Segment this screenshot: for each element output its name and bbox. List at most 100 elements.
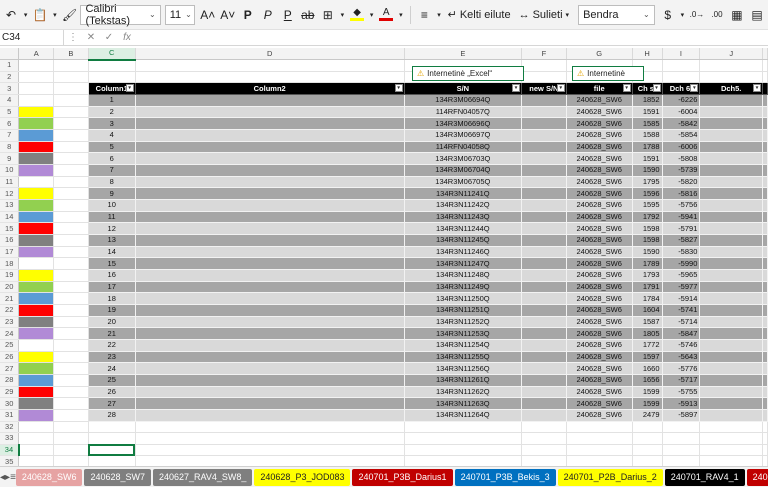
table-cell[interactable]: 240628_SW6 [566,339,633,352]
table-cell[interactable]: -5643 [662,351,701,364]
table-cell[interactable]: -5739 [662,164,701,177]
grid-cell[interactable] [662,432,701,445]
dropdown-chevron-icon[interactable]: ▾ [51,4,58,26]
table-cell[interactable] [135,327,405,340]
grid-cell[interactable] [404,455,522,466]
cell-a[interactable] [18,421,55,434]
worksheet-grid[interactable]: ABCDEFGHIJ 1 2 3 Column1 ▾ Column2 ▾ S/N ▾ new S/… [0,48,768,466]
cell-b[interactable] [53,211,89,224]
table-cell[interactable]: 1598 [632,234,663,247]
row-header[interactable]: 17 [0,246,20,259]
table-cell[interactable]: 1656 [632,374,663,387]
table-cell[interactable] [135,211,405,224]
row-header[interactable]: 35 [0,455,20,466]
grid-cell[interactable] [762,444,768,457]
font-size-select[interactable]: 11 ⌄ [164,4,195,25]
cell-b[interactable] [53,129,89,142]
table-cell[interactable] [135,164,405,177]
table-cell[interactable] [135,176,405,189]
table-cell[interactable]: -5847 [662,327,701,340]
grid-cell[interactable] [662,444,701,457]
table-cell[interactable]: 240628_SW6 [566,164,633,177]
table-cell[interactable] [699,257,763,270]
cell-a[interactable] [18,362,55,375]
merge-cells-button[interactable]: ↔ Sulieti ▾ [516,4,572,26]
cell-b[interactable] [53,304,89,317]
table-header-cell[interactable]: Dch5. ▾ [699,82,763,96]
italic-button[interactable]: P [259,4,277,26]
cell-a[interactable] [18,141,55,154]
row-header[interactable]: 16 [0,234,20,247]
grid-cell[interactable] [566,455,633,466]
table-cell[interactable]: -5830 [662,246,701,259]
row-header[interactable]: 32 [0,421,20,434]
cell-b[interactable] [53,281,89,294]
table-cell[interactable]: -5756 [662,199,701,212]
table-cell[interactable]: 12 [88,222,136,235]
table-cell[interactable]: 240628_SW6 [566,199,633,212]
table-cell[interactable] [135,339,405,352]
table-cell[interactable]: 10 [88,199,136,212]
grid-cell[interactable] [762,327,768,340]
table-cell[interactable]: 134R3N11249Q [404,281,522,294]
table-cell[interactable] [699,281,763,294]
sheet-tab[interactable]: 240701_RAV4_1 [664,468,745,486]
grid-cell[interactable] [632,421,663,434]
strikethrough-button[interactable]: ab [299,4,317,26]
table-cell[interactable] [521,257,567,270]
table-header-cell[interactable]: file ▾ [566,82,633,96]
table-cell[interactable]: 1795 [632,176,663,189]
row-header[interactable]: 33 [0,432,20,445]
cell-a[interactable] [18,269,55,282]
table-cell[interactable]: 1660 [632,362,663,375]
table-cell[interactable]: 15 [88,257,136,270]
table-cell[interactable]: 1597 [632,351,663,364]
cancel-icon[interactable]: ✕ [82,32,100,43]
table-cell[interactable] [699,316,763,329]
table-cell[interactable]: -5827 [662,234,701,247]
table-cell[interactable]: 1599 [632,397,663,410]
cell-a[interactable] [18,444,55,457]
table-cell[interactable]: 134R3N11251Q [404,304,522,317]
grid-cell[interactable] [762,152,768,166]
grid-cell[interactable] [566,444,633,457]
borders-icon[interactable]: ⊞ [319,4,337,26]
table-cell[interactable] [135,257,405,270]
cell-b[interactable] [53,82,89,96]
table-cell[interactable] [135,351,405,364]
table-cell[interactable]: 17 [88,281,136,294]
filter-dropdown-icon[interactable]: ▾ [125,84,134,93]
grid-cell[interactable] [699,59,763,72]
cell-a[interactable] [18,386,55,399]
table-cell[interactable]: -5854 [662,129,701,142]
table-cell[interactable]: -5842 [662,117,701,131]
table-cell[interactable]: -5791 [662,222,701,235]
table-cell[interactable] [521,269,567,282]
filter-dropdown-icon[interactable]: ▾ [652,84,661,93]
table-cell[interactable]: 134R3M06696Q [404,117,522,131]
table-cell[interactable]: 240628_SW6 [566,362,633,375]
sheet-tab[interactable]: 240701_P3B_Darius1 [352,468,453,486]
cell-b[interactable] [53,421,89,434]
table-cell[interactable] [135,117,405,131]
cell-b[interactable] [53,106,89,119]
cell-b[interactable] [53,176,89,189]
table-cell[interactable] [699,304,763,317]
grid-cell[interactable] [662,71,701,84]
table-cell[interactable]: 5 [88,141,136,154]
table-header-cell[interactable]: Column2 ▾ [135,82,405,96]
cell-a[interactable] [18,351,55,364]
grid-cell[interactable] [762,397,768,410]
table-cell[interactable]: 1852 [632,94,663,107]
table-cell[interactable]: 1588 [632,129,663,142]
table-cell[interactable] [521,129,567,142]
table-cell[interactable]: 134R3N11244Q [404,222,522,235]
cell-b[interactable] [53,94,89,107]
table-cell[interactable] [135,386,405,399]
table-cell[interactable]: 240628_SW6 [566,269,633,282]
cell-b[interactable] [53,246,89,259]
grid-cell[interactable] [662,455,701,466]
grid-cell[interactable] [404,432,522,445]
table-cell[interactable]: 1604 [632,304,663,317]
dropdown-chevron-icon[interactable]: ▾ [397,4,404,26]
